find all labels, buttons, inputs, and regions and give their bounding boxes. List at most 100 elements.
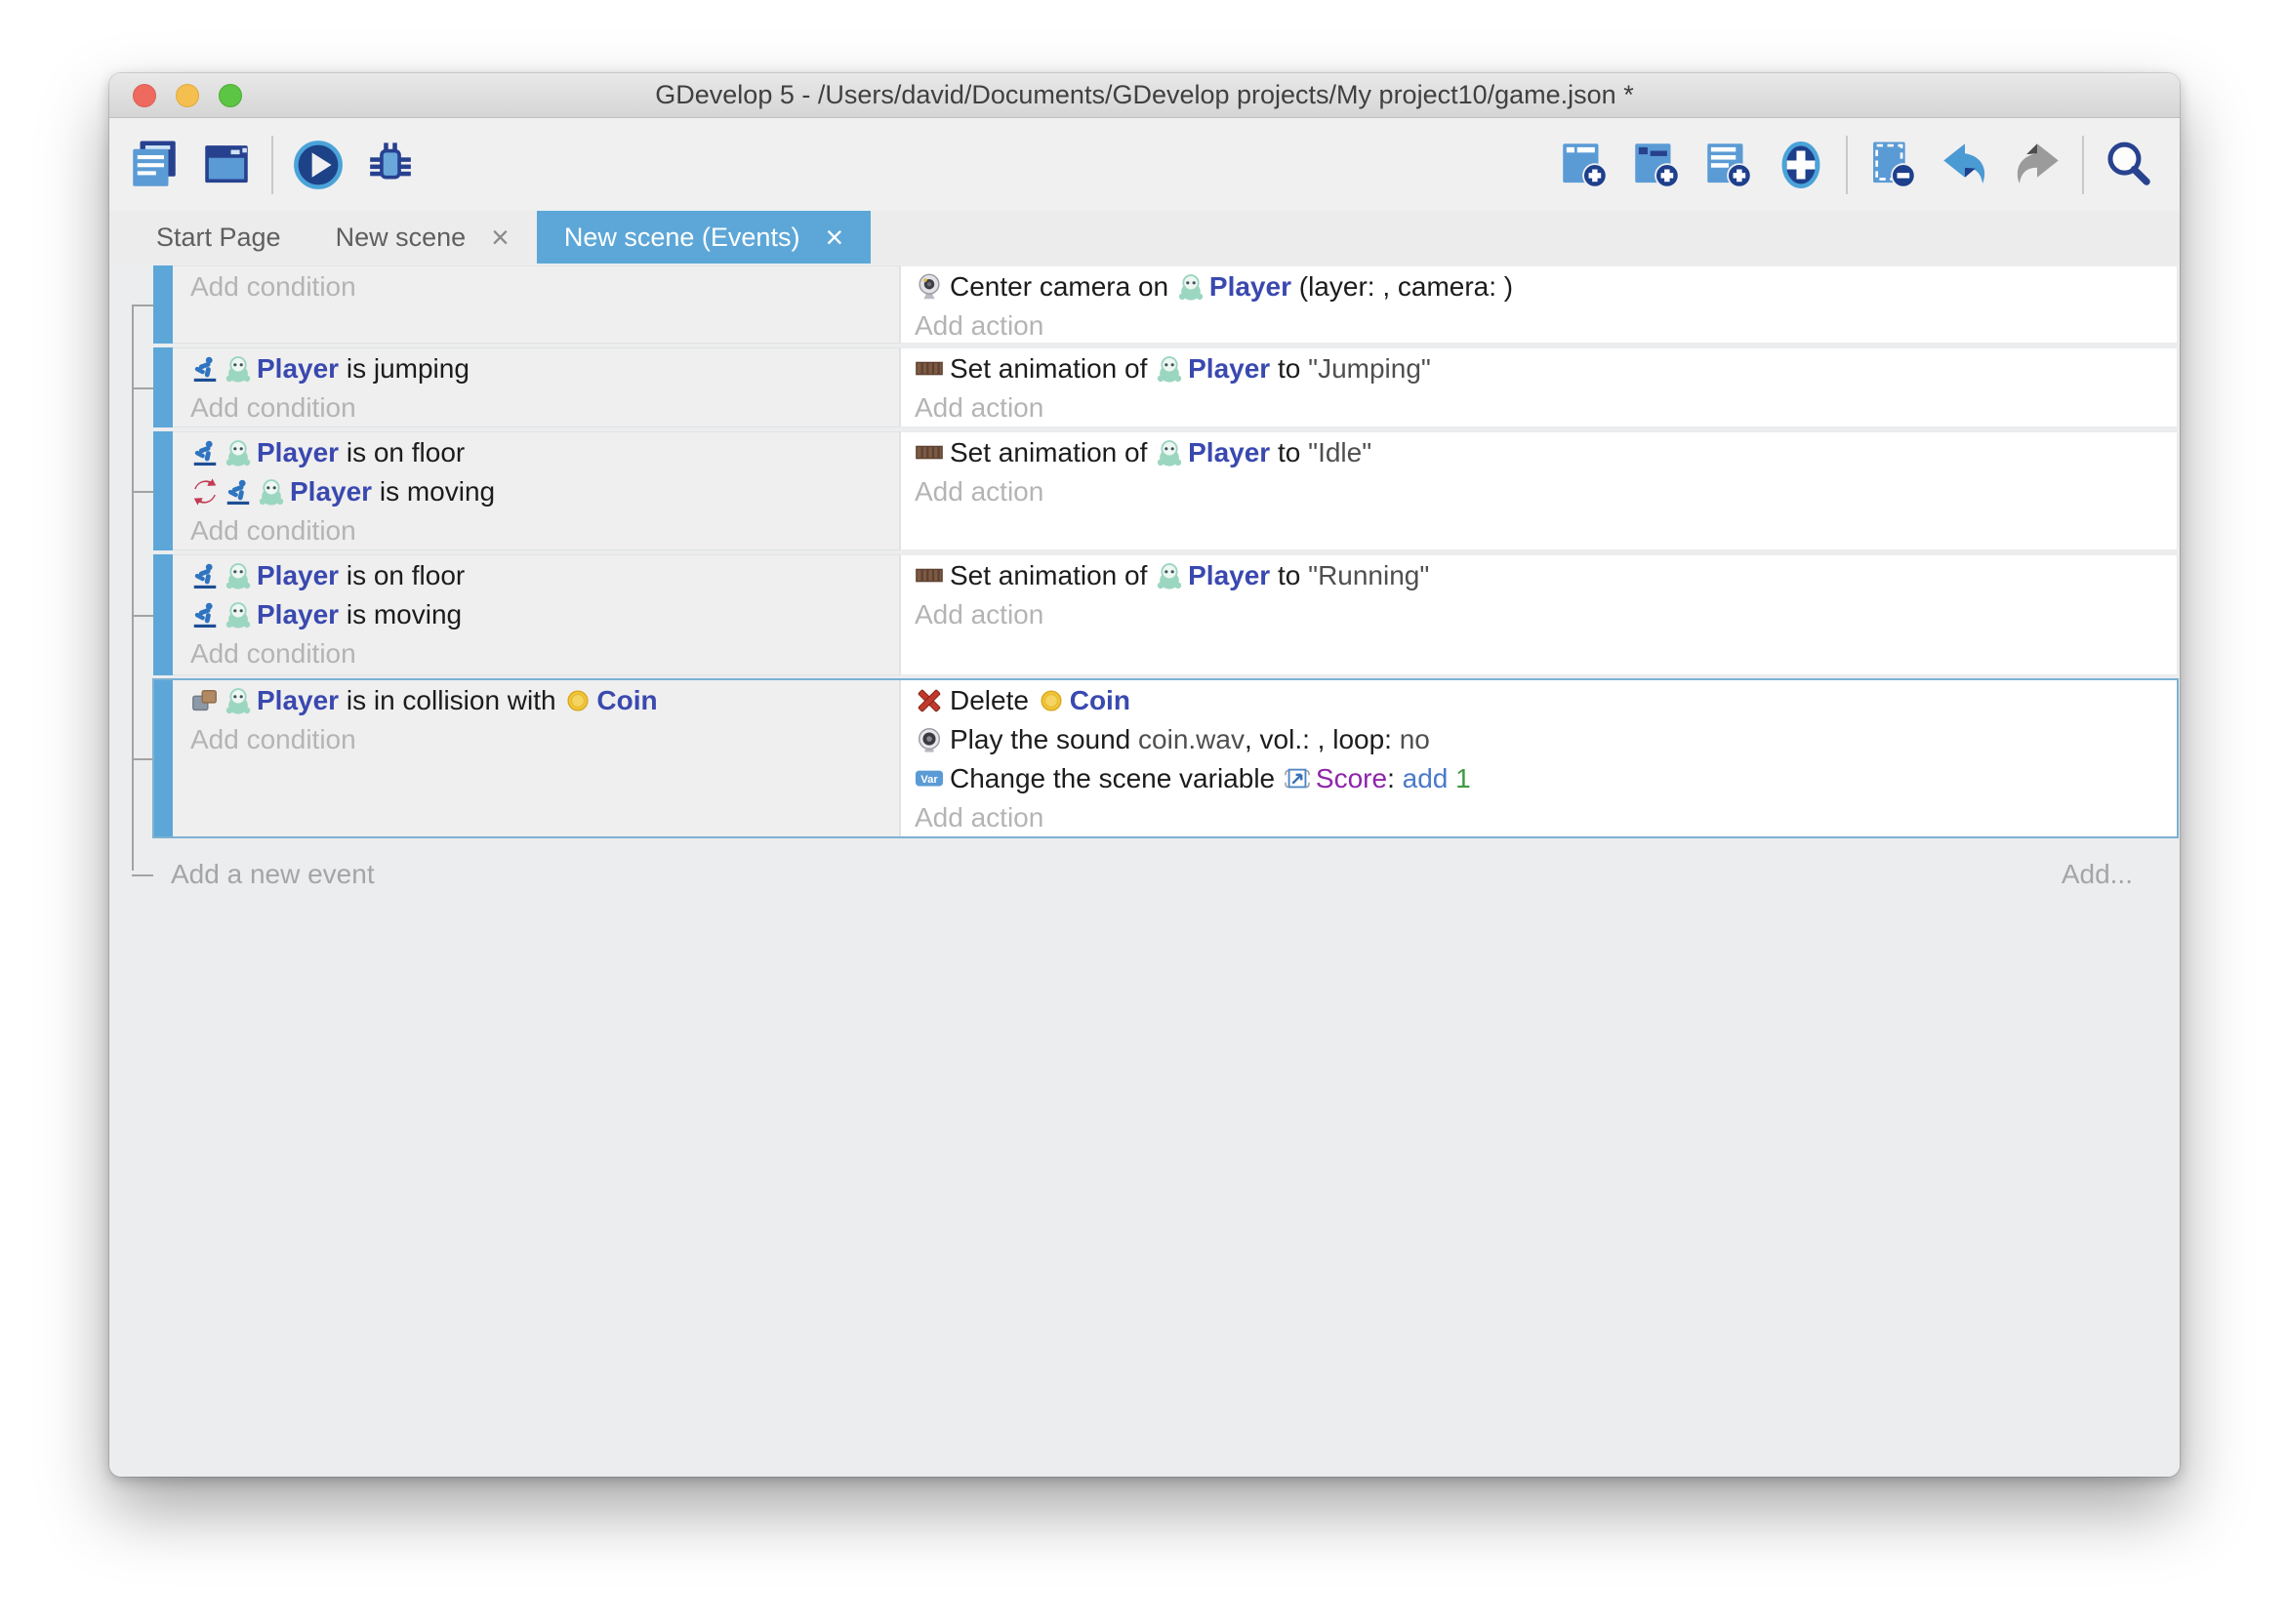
event-row[interactable]: Player is on floor Player is moving Add …: [153, 431, 2178, 550]
scene-variable-icon: [915, 764, 944, 793]
add-condition-button[interactable]: Add condition: [190, 388, 889, 427]
event-row[interactable]: Add condition Center camera on Player (l…: [153, 265, 2178, 344]
object-name: Player: [257, 437, 339, 468]
string-value: "Running": [1308, 560, 1429, 591]
event-drag-handle[interactable]: [153, 431, 173, 550]
conditions-cell[interactable]: Player is in collision with Coin Add con…: [173, 679, 900, 837]
close-window-button[interactable]: [133, 84, 156, 107]
add-action-button[interactable]: Add action: [915, 388, 2167, 427]
action-text: to: [1270, 560, 1308, 591]
conditions-cell[interactable]: Player is on floor Player is moving Add …: [173, 431, 900, 550]
platformer-behavior-icon: [190, 561, 220, 590]
condition-text: is on floor: [339, 560, 465, 591]
action-text: Set animation of: [950, 437, 1155, 468]
minimize-window-button[interactable]: [176, 84, 199, 107]
add-more-button[interactable]: Add...: [2062, 859, 2133, 890]
project-manager-icon: [126, 137, 183, 193]
add-event-button[interactable]: [1555, 135, 1614, 195]
add-comment-button[interactable]: [1699, 135, 1758, 195]
action-text: Delete: [950, 685, 1037, 716]
param-value: no: [1400, 724, 1430, 755]
collision-icon: [190, 686, 220, 715]
param-value: coin.wav: [1138, 724, 1245, 755]
tab-new-scene[interactable]: New scene ×: [308, 211, 537, 264]
action-line[interactable]: Change the scene variable Score: add 1: [915, 759, 2167, 798]
add-condition-button[interactable]: Add condition: [190, 720, 889, 759]
object-name: Player: [257, 353, 339, 385]
tab-new-scene-events[interactable]: New scene (Events) ×: [537, 211, 871, 264]
close-tab-icon[interactable]: ×: [825, 222, 843, 253]
scene-editor-button[interactable]: [197, 135, 256, 195]
undo-button[interactable]: [1936, 135, 1994, 195]
player-object-icon: [224, 600, 253, 629]
action-line[interactable]: Center camera on Player (layer: , camera…: [915, 267, 2167, 306]
add-circle-icon: [1773, 137, 1829, 193]
action-text: (layer: , camera: ): [1291, 271, 1513, 303]
event-drag-handle[interactable]: [153, 265, 173, 344]
player-object-icon: [224, 686, 253, 715]
zoom-window-button[interactable]: [219, 84, 242, 107]
close-tab-icon[interactable]: ×: [491, 222, 510, 253]
add-condition-button[interactable]: Add condition: [190, 267, 889, 306]
actions-cell[interactable]: Set animation of Player to "Jumping" Add…: [900, 347, 2178, 427]
condition-line[interactable]: Player is moving: [190, 595, 889, 634]
add-action-button[interactable]: Add action: [915, 595, 2167, 634]
condition-line[interactable]: Player is on floor: [190, 433, 889, 472]
condition-line[interactable]: Player is in collision with Coin: [190, 681, 889, 720]
action-line[interactable]: Set animation of Player to "Idle": [915, 433, 2167, 472]
tab-start-page[interactable]: Start Page: [129, 211, 308, 264]
undo-icon: [1937, 137, 1993, 193]
actions-cell[interactable]: Set animation of Player to "Idle" Add ac…: [900, 431, 2178, 550]
conditions-cell[interactable]: Add condition: [173, 265, 900, 344]
add-condition-button[interactable]: Add condition: [190, 511, 889, 550]
condition-line[interactable]: Player is moving: [190, 472, 889, 511]
conditions-cell[interactable]: Player is on floor Player is moving Add …: [173, 554, 900, 675]
titlebar[interactable]: GDevelop 5 - /Users/david/Documents/GDev…: [109, 73, 2180, 118]
event-drag-handle[interactable]: [153, 679, 173, 837]
actions-cell[interactable]: Delete Coin Play the sound coin.wav, vol…: [900, 679, 2178, 837]
action-line[interactable]: Set animation of Player to "Jumping": [915, 349, 2167, 388]
add-other-event-button[interactable]: [1772, 135, 1830, 195]
desktop: GDevelop 5 - /Users/david/Documents/GDev…: [0, 0, 2288, 1624]
project-manager-button[interactable]: [125, 135, 184, 195]
platformer-behavior-icon: [224, 477, 253, 507]
condition-line[interactable]: Player is jumping: [190, 349, 889, 388]
action-line[interactable]: Delete Coin: [915, 681, 2167, 720]
redo-button[interactable]: [2008, 135, 2066, 195]
event-drag-handle[interactable]: [153, 347, 173, 427]
event-row-selected[interactable]: Player is in collision with Coin Add con…: [153, 679, 2178, 837]
animation-icon: [915, 354, 944, 384]
delete-event-button[interactable]: [1863, 135, 1922, 195]
animation-icon: [915, 561, 944, 590]
event-tree-line: [132, 304, 134, 871]
condition-text: is moving: [339, 599, 462, 630]
player-object-icon: [1176, 272, 1205, 302]
toolbar-divider: [271, 136, 273, 194]
actions-cell[interactable]: Center camera on Player (layer: , camera…: [900, 265, 2178, 344]
number-value: 1: [1448, 763, 1470, 794]
object-name: Player: [1188, 437, 1270, 468]
add-condition-button[interactable]: Add condition: [190, 634, 889, 673]
play-icon: [290, 137, 347, 193]
add-new-event-button[interactable]: Add a new event: [171, 859, 375, 890]
coin-object-icon: [1037, 686, 1066, 715]
add-action-button[interactable]: Add action: [915, 306, 2167, 344]
add-action-button[interactable]: Add action: [915, 472, 2167, 511]
action-text: Set animation of: [950, 560, 1155, 591]
search-events-button[interactable]: [2100, 135, 2158, 195]
conditions-cell[interactable]: Player is jumping Add condition: [173, 347, 900, 427]
object-name: Player: [257, 685, 339, 716]
add-action-button[interactable]: Add action: [915, 798, 2167, 837]
action-line[interactable]: Play the sound coin.wav, vol.: , loop: n…: [915, 720, 2167, 759]
tab-label: Start Page: [156, 223, 281, 253]
action-line[interactable]: Set animation of Player to "Running": [915, 556, 2167, 595]
actions-cell[interactable]: Set animation of Player to "Running" Add…: [900, 554, 2178, 675]
condition-line[interactable]: Player is on floor: [190, 556, 889, 595]
preview-button[interactable]: [289, 135, 347, 195]
event-row[interactable]: Player is jumping Add condition Set anim…: [153, 347, 2178, 427]
event-row[interactable]: Player is on floor Player is moving Add …: [153, 554, 2178, 675]
debug-button[interactable]: [361, 135, 420, 195]
event-drag-handle[interactable]: [153, 554, 173, 675]
add-sub-event-button[interactable]: [1627, 135, 1686, 195]
events-list: Add condition Center camera on Player (l…: [153, 265, 2178, 837]
